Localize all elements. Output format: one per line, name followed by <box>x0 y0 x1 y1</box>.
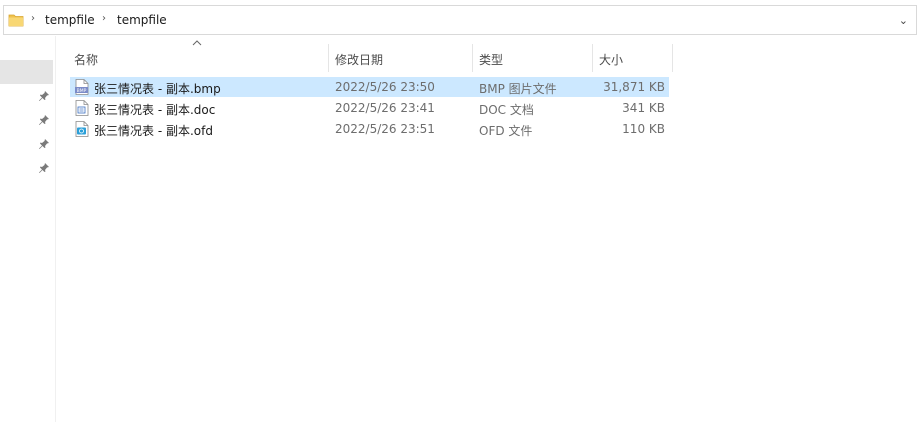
breadcrumb-item-tempfile-current[interactable]: tempfile <box>117 13 167 27</box>
column-header-date-label: 修改日期 <box>335 53 384 67</box>
file-date: 2022/5/26 23:50 <box>335 80 435 94</box>
breadcrumb-separator[interactable]: › <box>102 13 106 24</box>
column-header-name-label: 名称 <box>74 53 99 67</box>
pin-icon[interactable] <box>38 162 50 174</box>
file-size: 110 KB <box>622 122 665 136</box>
file-size: 341 KB <box>622 101 665 115</box>
navigation-pane <box>0 36 56 422</box>
file-name: 张三情况表 - 副本.doc <box>94 103 216 117</box>
pin-icon[interactable] <box>38 90 50 102</box>
bmp-file-icon: BMP <box>75 79 89 95</box>
file-row[interactable]: 张三情况表 - 副本.doc 2022/5/26 23:41 DOC 文档 34… <box>70 98 669 118</box>
column-header-date[interactable]: 修改日期 <box>329 44 472 72</box>
file-name: 张三情况表 - 副本.bmp <box>94 82 221 96</box>
file-size: 31,871 KB <box>603 80 665 94</box>
file-row[interactable]: BMP 张三情况表 - 副本.bmp 2022/5/26 23:50 BMP 图… <box>70 77 669 97</box>
file-date: 2022/5/26 23:51 <box>335 122 435 136</box>
pin-icon[interactable] <box>38 138 50 150</box>
file-date: 2022/5/26 23:41 <box>335 101 435 115</box>
column-divider[interactable] <box>672 44 673 72</box>
folder-icon <box>8 14 24 27</box>
nav-item-selected[interactable] <box>0 60 53 84</box>
doc-file-icon <box>75 100 89 116</box>
column-header-size[interactable]: 大小 <box>593 44 672 72</box>
column-header-type-label: 类型 <box>479 53 504 67</box>
pin-icon[interactable] <box>38 114 50 126</box>
breadcrumb-separator[interactable]: › <box>31 13 35 24</box>
svg-text:BMP: BMP <box>77 88 87 94</box>
file-row[interactable]: 张三情况表 - 副本.ofd 2022/5/26 23:51 OFD 文件 11… <box>70 119 669 139</box>
breadcrumb-item-tempfile[interactable]: tempfile <box>45 13 95 27</box>
file-name: 张三情况表 - 副本.ofd <box>94 124 213 138</box>
file-type: DOC 文档 <box>479 103 534 117</box>
column-header-name[interactable]: 名称 <box>70 44 328 72</box>
address-bar[interactable]: › tempfile › tempfile ⌄ <box>3 5 917 35</box>
column-header-type[interactable]: 类型 <box>473 44 592 72</box>
file-type: OFD 文件 <box>479 124 533 138</box>
ofd-file-icon <box>75 121 89 137</box>
file-type: BMP 图片文件 <box>479 82 557 96</box>
column-header-size-label: 大小 <box>599 53 624 67</box>
chevron-down-icon[interactable]: ⌄ <box>899 14 908 27</box>
